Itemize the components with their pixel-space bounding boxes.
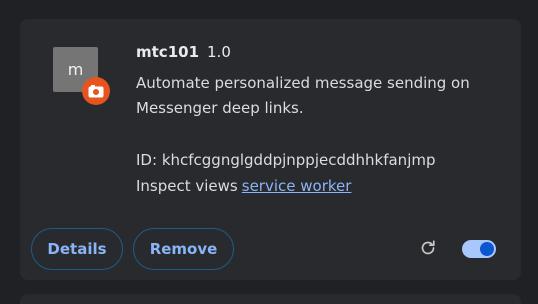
- extension-title: mtc101 1.0: [136, 43, 231, 61]
- extension-icon-letter: m: [67, 59, 84, 79]
- service-worker-link[interactable]: service worker: [242, 177, 352, 195]
- next-card-edge: [20, 294, 521, 304]
- remove-button[interactable]: Remove: [133, 228, 234, 270]
- extension-enable-toggle[interactable]: [462, 240, 496, 258]
- unpacked-extension-icon: [82, 77, 110, 105]
- inspect-views-label: Inspect views: [136, 177, 238, 195]
- extension-id-value: khcfcggnglgddpjnppjecddhhkfanjmp: [161, 151, 436, 169]
- extension-description: Automate personalized message sending on…: [136, 74, 470, 117]
- inspect-views-row: Inspect views service worker: [136, 177, 351, 195]
- details-button[interactable]: Details: [31, 228, 123, 270]
- extension-version: 1.0: [207, 43, 231, 61]
- extension-id-row: ID: khcfcggnglgddpjnppjecddhhkfanjmp: [136, 151, 436, 169]
- toggle-knob: [480, 242, 494, 256]
- extension-card: m mtc101 1.0 Automate personalized messag…: [20, 19, 521, 280]
- extension-name: mtc101: [136, 43, 200, 61]
- extension-id-label: ID:: [136, 151, 158, 169]
- reload-icon[interactable]: [418, 238, 438, 258]
